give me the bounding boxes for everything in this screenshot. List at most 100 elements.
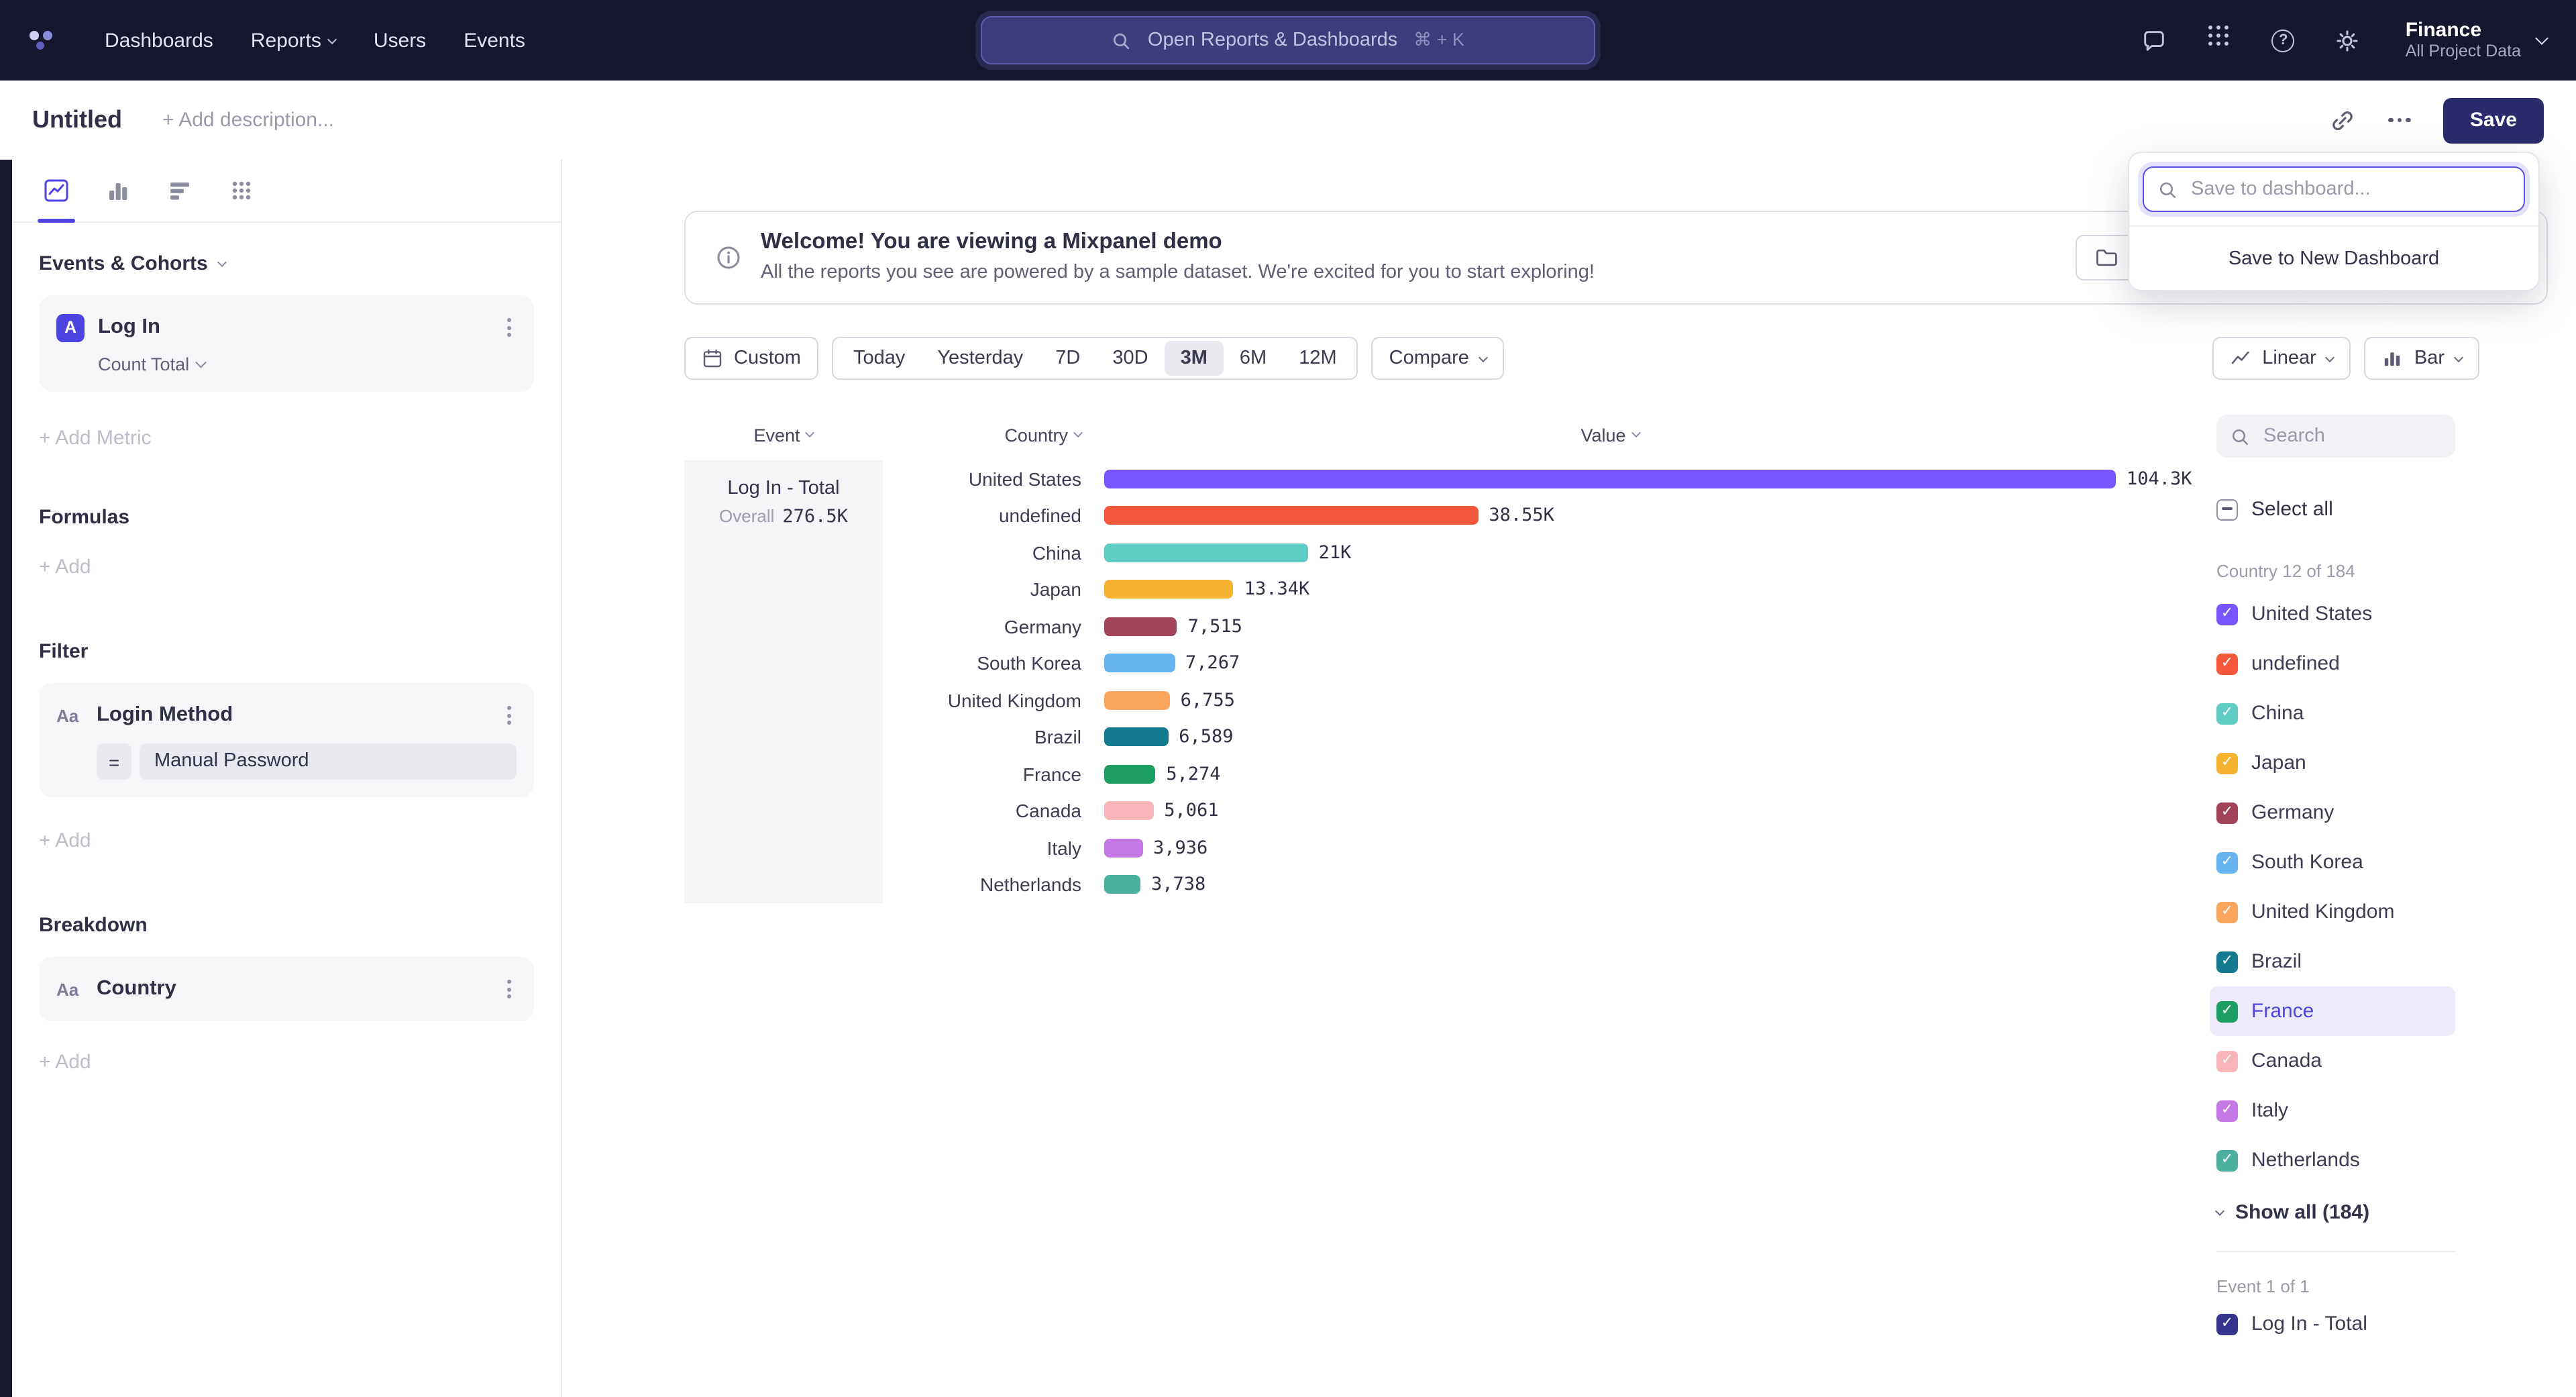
add-metric-button[interactable]: + Add Metric <box>39 427 534 450</box>
tab-bar-chart[interactable] <box>87 160 149 221</box>
legend-item-united-kingdom[interactable]: ✓United Kingdom <box>2210 887 2455 937</box>
value-bar[interactable] <box>1104 580 1234 599</box>
checkbox-checked[interactable]: ✓ <box>2216 703 2238 724</box>
legend-item-netherlands[interactable]: ✓Netherlands <box>2210 1135 2455 1185</box>
save-to-new-dashboard-option[interactable]: Save to New Dashboard <box>2129 225 2538 290</box>
range-6m[interactable]: 6M <box>1224 341 1283 376</box>
column-header-country[interactable]: Country <box>883 425 1081 445</box>
project-switcher[interactable]: Finance All Project Data <box>2406 19 2546 61</box>
chart-type-selector[interactable]: Bar <box>2365 337 2479 380</box>
tab-scatter-chart[interactable] <box>211 160 272 221</box>
breakdown-card[interactable]: Aa Country <box>39 957 534 1021</box>
value-bar[interactable] <box>1104 691 1170 710</box>
legend-item-brazil[interactable]: ✓Brazil <box>2210 937 2455 986</box>
checkbox-checked[interactable]: ✓ <box>2216 1100 2238 1121</box>
range-today[interactable]: Today <box>837 341 921 376</box>
checkbox-checked[interactable]: ✓ <box>2216 1313 2238 1335</box>
range-30d[interactable]: 30D <box>1096 341 1164 376</box>
breakdown-property-name[interactable]: Country <box>97 977 176 1001</box>
filter-property-name[interactable]: Login Method <box>97 703 233 727</box>
keyboard-shortcut: ⌘ + K <box>1413 30 1464 51</box>
legend-item-france[interactable]: ✓France <box>2210 986 2455 1036</box>
column-header-value[interactable]: Value <box>1104 425 2116 445</box>
value-bar[interactable] <box>1104 876 1140 894</box>
range-yesterday[interactable]: Yesterday <box>921 341 1039 376</box>
metric-card[interactable]: A Log In Count Total <box>39 295 534 392</box>
tab-funnel-chart[interactable] <box>149 160 211 221</box>
nav-item-reports[interactable]: Reports <box>251 29 336 52</box>
aggregation-selector[interactable]: Count Total <box>98 354 517 374</box>
legend-item-log-in-total[interactable]: ✓ Log In - Total <box>2216 1312 2455 1335</box>
checkbox-checked[interactable]: ✓ <box>2216 1050 2238 1072</box>
save-dashboard-search-input[interactable] <box>2188 177 2510 201</box>
legend-item-undefined[interactable]: ✓undefined <box>2210 639 2455 688</box>
save-dashboard-search-box[interactable] <box>2143 166 2525 212</box>
event-series-cell[interactable]: Log In - Total Overall 276.5K <box>684 460 883 903</box>
checkbox-checked[interactable]: ✓ <box>2216 1000 2238 1022</box>
add-description-field[interactable]: + Add description... <box>162 109 334 132</box>
range-12m[interactable]: 12M <box>1283 341 1352 376</box>
nav-item-dashboards[interactable]: Dashboards <box>105 29 213 52</box>
legend-item-canada[interactable]: ✓Canada <box>2210 1036 2455 1086</box>
copy-link-icon[interactable] <box>2330 107 2357 134</box>
value-bar[interactable] <box>1104 802 1153 821</box>
checkbox-checked[interactable]: ✓ <box>2216 802 2238 823</box>
value-scale-selector[interactable]: Linear <box>2212 337 2351 380</box>
value-bar[interactable] <box>1104 617 1177 636</box>
show-all-button[interactable]: Show all (184) <box>2216 1201 2455 1224</box>
range-7d[interactable]: 7D <box>1039 341 1096 376</box>
events-section-header[interactable]: Events & Cohorts <box>39 252 534 275</box>
mixpanel-logo-icon[interactable] <box>30 30 59 51</box>
metric-kebab-menu[interactable] <box>502 313 517 342</box>
segments-search-input[interactable] <box>2261 424 2442 448</box>
filter-kebab-menu[interactable] <box>502 701 517 730</box>
chart-row-japan: Japan13.34K <box>883 571 2210 608</box>
save-button[interactable]: Save <box>2443 97 2544 143</box>
value-bar[interactable] <box>1104 544 1308 562</box>
range-3m[interactable]: 3M <box>1165 341 1224 376</box>
legend-item-china[interactable]: ✓China <box>2210 688 2455 738</box>
legend-item-south-korea[interactable]: ✓South Korea <box>2210 837 2455 887</box>
value-bar[interactable] <box>1104 470 2116 488</box>
nav-item-events[interactable]: Events <box>464 29 525 52</box>
add-breakdown-button[interactable]: + Add <box>39 1051 534 1074</box>
checkbox-checked[interactable]: ✓ <box>2216 901 2238 923</box>
checkbox-checked[interactable]: ✓ <box>2216 1149 2238 1171</box>
value-bar[interactable] <box>1104 839 1142 858</box>
checkbox-checked[interactable]: ✓ <box>2216 752 2238 774</box>
checkbox-checked[interactable]: ✓ <box>2216 851 2238 873</box>
feedback-icon[interactable] <box>2140 25 2169 55</box>
report-title[interactable]: Untitled <box>32 106 122 134</box>
breakdown-kebab-menu[interactable] <box>502 974 517 1004</box>
checkbox-checked[interactable]: ✓ <box>2216 603 2238 625</box>
filter-value-field[interactable]: Manual Password <box>140 743 517 780</box>
value-bar[interactable] <box>1104 654 1175 673</box>
global-search-button[interactable]: Open Reports & Dashboards ⌘ + K <box>981 16 1595 64</box>
apps-grid-icon[interactable] <box>2204 25 2234 55</box>
more-options-button[interactable] <box>2383 113 2416 128</box>
nav-item-users[interactable]: Users <box>374 29 426 52</box>
value-bar[interactable] <box>1104 728 1168 747</box>
add-filter-button[interactable]: + Add <box>39 829 534 852</box>
add-formula-button[interactable]: + Add <box>39 556 534 578</box>
help-icon[interactable]: ? <box>2269 25 2298 55</box>
metric-name[interactable]: Log In <box>98 315 160 340</box>
legend-item-germany[interactable]: ✓Germany <box>2210 788 2455 837</box>
segments-search-box[interactable] <box>2216 415 2455 458</box>
legend-item-united-states[interactable]: ✓United States <box>2210 589 2455 639</box>
value-bar[interactable] <box>1104 507 1478 525</box>
legend-item-japan[interactable]: ✓Japan <box>2210 738 2455 788</box>
filter-card[interactable]: Aa Login Method = Manual Password <box>39 683 534 797</box>
filter-operator[interactable]: = <box>97 743 131 780</box>
legend-item-italy[interactable]: ✓Italy <box>2210 1086 2455 1135</box>
gear-icon[interactable] <box>2333 25 2363 55</box>
value-bar[interactable] <box>1104 765 1155 784</box>
checkbox-checked[interactable]: ✓ <box>2216 951 2238 972</box>
select-all-row[interactable]: Select all <box>2216 498 2455 521</box>
column-header-event[interactable]: Event <box>684 425 883 445</box>
tab-line-chart[interactable] <box>25 160 87 221</box>
checkbox-checked[interactable]: ✓ <box>2216 653 2238 674</box>
compare-button[interactable]: Compare <box>1372 337 1504 380</box>
indeterminate-checkbox[interactable] <box>2216 499 2238 520</box>
custom-date-button[interactable]: Custom <box>684 337 818 380</box>
